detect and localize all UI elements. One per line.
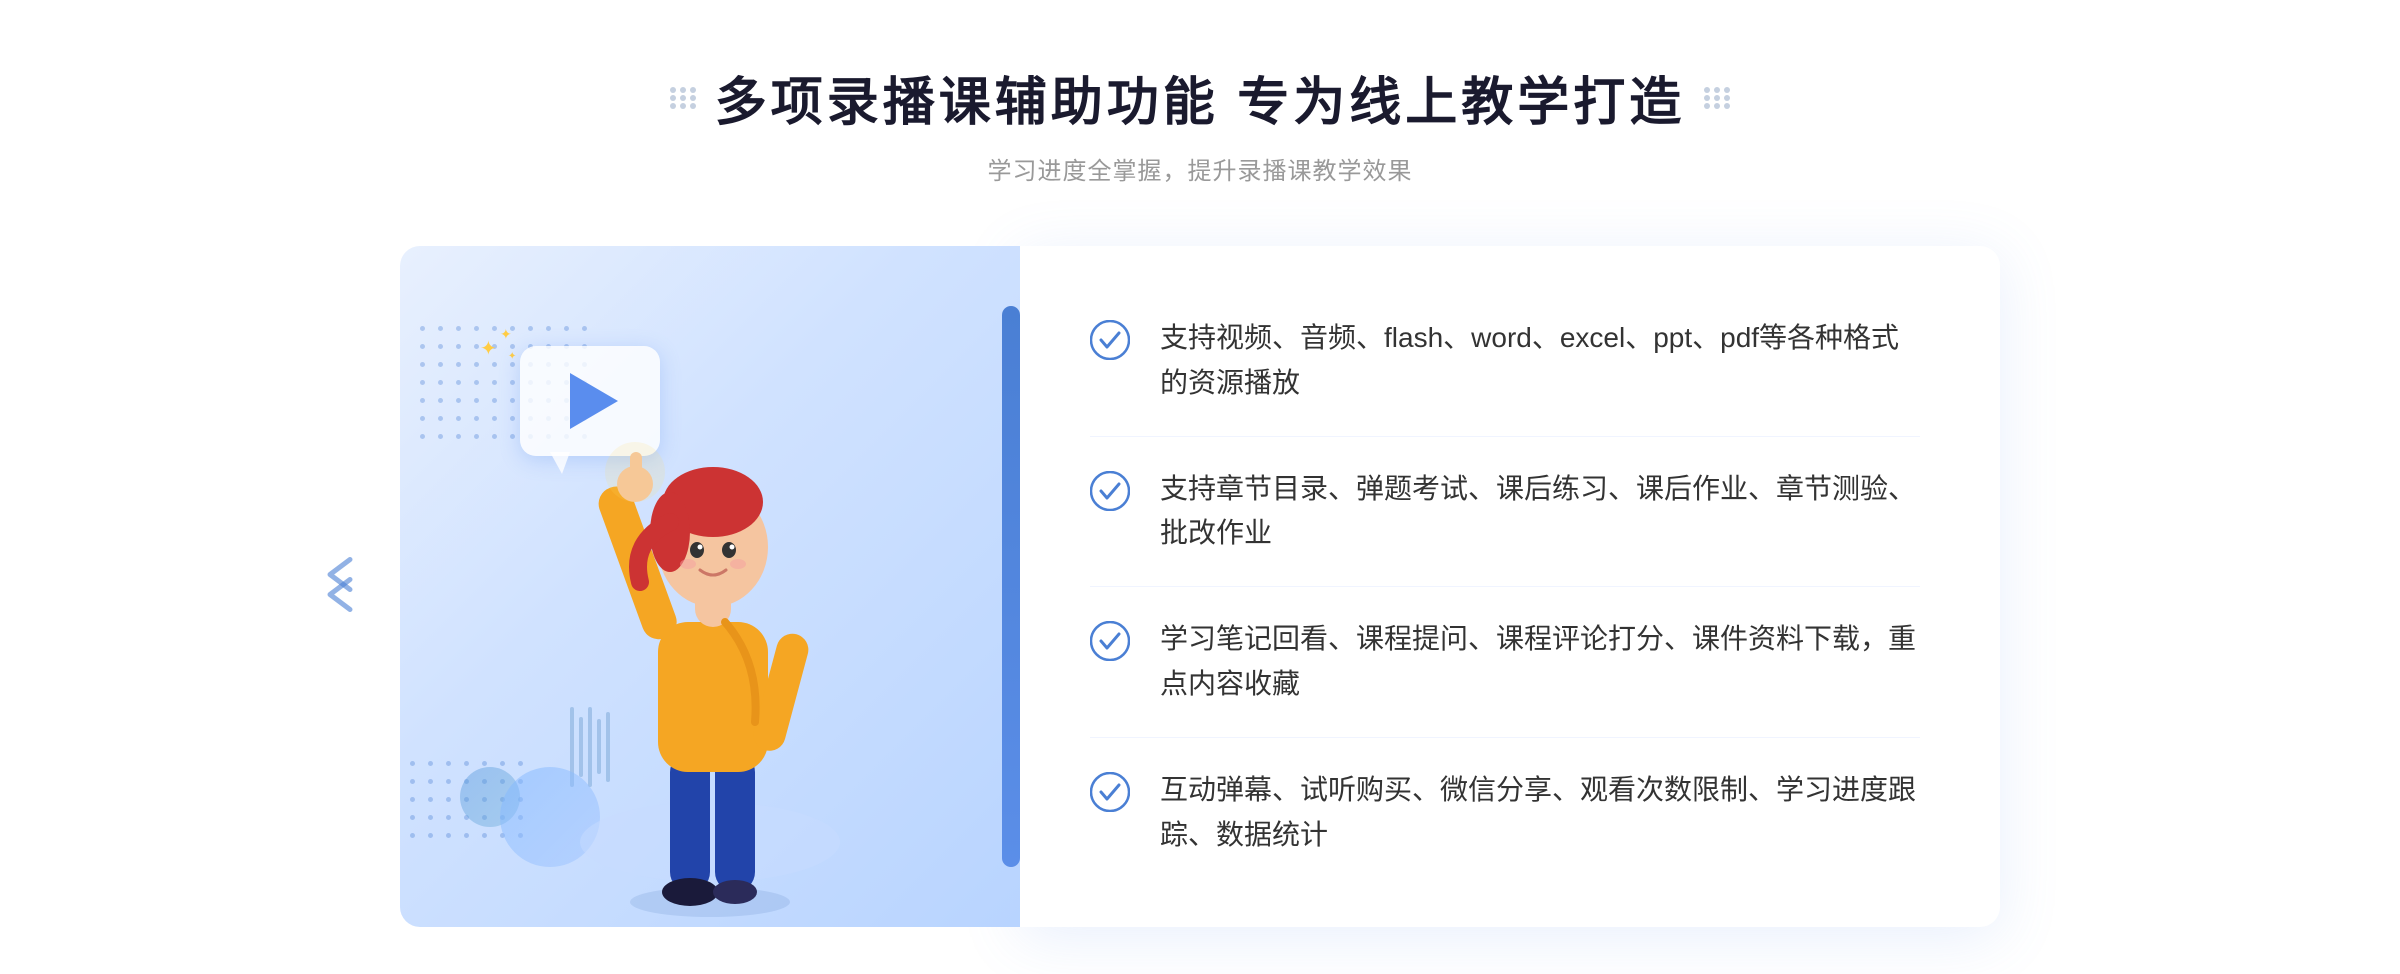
feature-text-1: 支持视频、音频、flash、word、excel、ppt、pdf等各种格式的资源… (1160, 316, 1920, 406)
character-illustration (540, 402, 880, 927)
star-decoration-3: ✦ (508, 351, 516, 362)
check-icon-2 (1090, 471, 1130, 511)
page-container: 多项录播课辅助功能 专为线上教学打造 学习进度全掌握，提升录播课教学效果 (0, 0, 2400, 974)
feature-text-2: 支持章节目录、弹题考试、课后练习、课后作业、章节测验、批改作业 (1160, 467, 1920, 557)
main-title-wrapper: 多项录播课辅助功能 专为线上教学打造 (667, 60, 1733, 135)
check-icon-1 (1090, 320, 1130, 360)
check-icon-4 (1090, 772, 1130, 812)
feature-item-2: 支持章节目录、弹题考试、课后练习、课后作业、章节测验、批改作业 (1090, 437, 1920, 588)
star-decoration-1: ✦ (480, 336, 497, 361)
sub-title: 学习进度全掌握，提升录播课教学效果 (987, 151, 1412, 186)
title-decorator-left (667, 82, 699, 114)
star-decoration-2: ✦ (500, 326, 512, 343)
main-title: 多项录播课辅助功能 专为线上教学打造 (715, 60, 1685, 135)
title-decorator-right (1701, 82, 1733, 114)
left-illustration: ✦ ✦ ✦ (400, 246, 1020, 927)
feature-item-1: 支持视频、音频、flash、word、excel、ppt、pdf等各种格式的资源… (1090, 286, 1920, 437)
check-icon-3 (1090, 621, 1130, 661)
feature-text-4: 互动弹幕、试听购买、微信分享、观看次数限制、学习进度跟踪、数据统计 (1160, 768, 1920, 858)
right-features-panel: 支持视频、音频、flash、word、excel、ppt、pdf等各种格式的资源… (1020, 246, 2000, 927)
chevron-left-decoration (320, 554, 360, 619)
content-area: ✦ ✦ ✦ (400, 246, 2000, 927)
blue-vertical-bar (1002, 306, 1020, 867)
title-section: 多项录播课辅助功能 专为线上教学打造 学习进度全掌握，提升录播课教学效果 (667, 60, 1733, 186)
feature-text-3: 学习笔记回看、课程提问、课程评论打分、课件资料下载，重点内容收藏 (1160, 617, 1920, 707)
feature-item-4: 互动弹幕、试听购买、微信分享、观看次数限制、学习进度跟踪、数据统计 (1090, 738, 1920, 888)
feature-item-3: 学习笔记回看、课程提问、课程评论打分、课件资料下载，重点内容收藏 (1090, 587, 1920, 738)
